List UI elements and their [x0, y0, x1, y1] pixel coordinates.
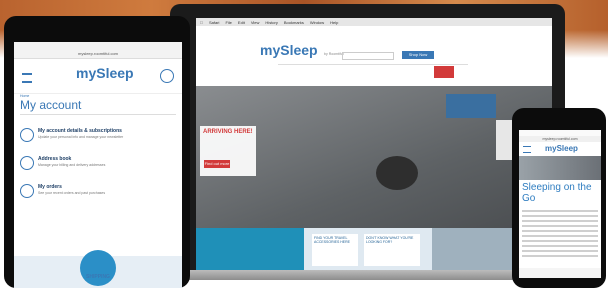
list-item[interactable]: Address book Manage your billing and del… — [20, 154, 170, 178]
logo-text: mySleep — [76, 65, 134, 81]
tablet-status-bar — [14, 42, 182, 50]
shop-now-button[interactable]: Shop Now — [402, 51, 434, 59]
help-tile[interactable]: DON'T KNOW WHAT YOU'RE LOOKING FOR? — [364, 234, 420, 266]
user-icon — [20, 128, 34, 142]
cart-icon[interactable] — [160, 69, 174, 83]
menu-item[interactable]: File — [225, 20, 231, 25]
tablet-screen: mysleep.roomtiful.com mySleep Home My ac… — [14, 42, 182, 288]
item-title: My account details & subscriptions — [38, 128, 122, 134]
text-line — [522, 240, 598, 242]
helmet-product — [376, 156, 418, 190]
text-line — [522, 255, 598, 257]
phone-nav-bar[interactable] — [519, 268, 601, 278]
promo-button[interactable]: Find out more — [204, 160, 230, 168]
home-icon — [20, 156, 34, 170]
page-title: My account — [20, 98, 82, 112]
blanket-product — [446, 94, 496, 118]
menu-item[interactable]: Window — [310, 20, 324, 25]
item-title: Address book — [38, 156, 72, 162]
item-subtitle: See your recent orders and past purchase… — [38, 191, 106, 195]
item-subtitle: Manage your billing and delivery address… — [38, 163, 106, 167]
tile-text: FIND YOUR TRAVEL ACCESSORIES HERE — [314, 236, 350, 244]
menu-item[interactable]: View — [251, 20, 260, 25]
hamburger-icon[interactable] — [523, 146, 531, 153]
menu-item[interactable]: Safari — [209, 20, 219, 25]
text-line — [522, 225, 598, 227]
text-line — [522, 215, 598, 217]
headline: Sleeping on the Go — [522, 182, 592, 204]
hero-image — [519, 156, 601, 180]
phone-header: mySleep — [519, 142, 601, 156]
divider — [20, 114, 176, 115]
truck-icon[interactable] — [80, 250, 116, 286]
logo-sub: by Roomtiful — [324, 52, 344, 56]
laptop-screen:  Safari File Edit View History Bookmark… — [196, 18, 552, 270]
text-line — [522, 245, 598, 247]
menu-item[interactable]: Help — [330, 20, 338, 25]
menu-item[interactable]: History — [265, 20, 277, 25]
search-input[interactable] — [342, 52, 394, 60]
nav-highlight[interactable] — [434, 66, 454, 78]
text-line — [522, 250, 598, 252]
apple-icon[interactable]:  — [200, 20, 203, 25]
url-bar[interactable]: mysleep.roomtiful.com — [14, 50, 182, 59]
logo-text: mySleep — [545, 144, 578, 153]
tablet-header: mySleep — [14, 59, 182, 94]
shipping-banner: SHIPPING — [14, 250, 182, 288]
hero-promo-box: ARRIVING HERE! Find out more — [200, 126, 256, 176]
nav-divider — [278, 64, 468, 65]
footer-tiles: FIND YOUR TRAVEL ACCESSORIES HERE DON'T … — [196, 228, 552, 270]
promo-headline: ARRIVING HERE! — [203, 129, 253, 135]
shipping-label: SHIPPING — [86, 274, 110, 280]
text-line — [522, 220, 598, 222]
text-line — [522, 230, 598, 232]
phone-screen: mysleep.roomtiful.com mySleep Sleeping o… — [519, 130, 601, 278]
text-line — [522, 235, 598, 237]
text-line — [522, 210, 598, 212]
tile-text: DON'T KNOW WHAT YOU'RE LOOKING FOR? — [366, 236, 414, 244]
logo[interactable]: mySleep by Roomtiful — [260, 42, 344, 60]
hero-image: ARRIVING HERE! Find out more — [196, 86, 552, 228]
item-title: My orders — [38, 184, 62, 190]
logo-text: mySleep — [260, 42, 318, 58]
item-subtitle: Update your personal info and manage you… — [38, 135, 124, 139]
list-item[interactable]: My account details & subscriptions Updat… — [20, 126, 170, 150]
travel-tile[interactable]: FIND YOUR TRAVEL ACCESSORIES HERE — [312, 234, 358, 266]
hamburger-icon[interactable] — [22, 73, 32, 83]
menu-item[interactable]: Edit — [238, 20, 245, 25]
site-header: mySleep by Roomtiful Shop Now — [196, 26, 552, 78]
box-icon — [20, 184, 34, 198]
mac-menu-bar:  Safari File Edit View History Bookmark… — [196, 18, 552, 26]
menu-item[interactable]: Bookmarks — [284, 20, 304, 25]
map-tile[interactable] — [196, 228, 304, 270]
list-item[interactable]: My orders See your recent orders and pas… — [20, 182, 170, 206]
